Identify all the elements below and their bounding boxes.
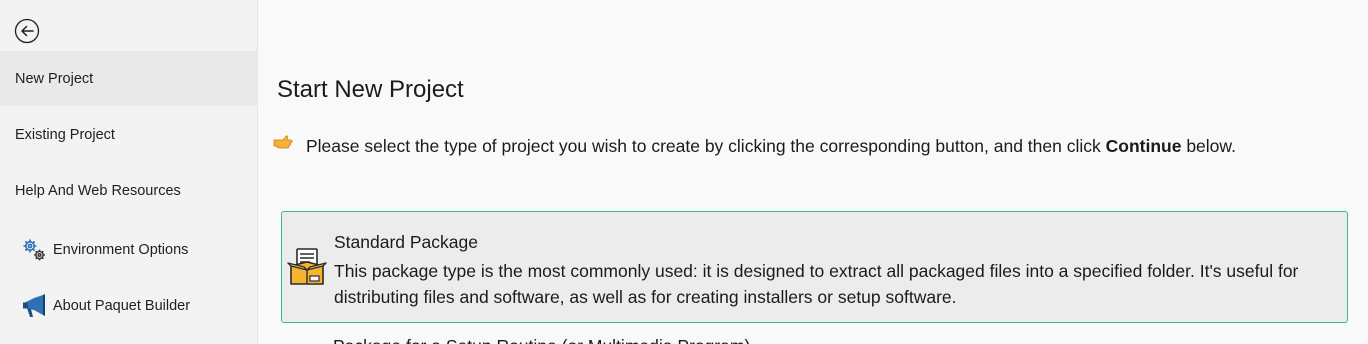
- instruction-text: Please select the type of project you wi…: [273, 135, 1236, 157]
- sidebar-item-environment-options[interactable]: Environment Options: [0, 222, 257, 277]
- sidebar-item-new-project[interactable]: New Project: [0, 51, 257, 106]
- instruction-text-end: below.: [1181, 136, 1236, 156]
- option-title: Standard Package: [334, 232, 478, 252]
- sidebar-item-label: About Paquet Builder: [53, 297, 191, 314]
- megaphone-icon: [21, 293, 47, 319]
- sidebar-item-label: New Project: [15, 70, 94, 87]
- package-box-icon: [287, 248, 327, 285]
- back-arrow-circle-icon: [14, 18, 40, 44]
- sidebar: New Project Existing Project Help And We…: [0, 0, 258, 344]
- sidebar-item-existing-project[interactable]: Existing Project: [0, 107, 257, 162]
- instruction-text-main: Please select the type of project you wi…: [306, 136, 1106, 156]
- option-description: This package type is the most commonly u…: [334, 261, 1299, 307]
- sidebar-item-label: Help And Web Resources: [15, 182, 181, 199]
- sidebar-item-label: Environment Options: [53, 241, 189, 258]
- pointing-hand-icon: [273, 135, 293, 149]
- setup-routine-package-option[interactable]: Package for a Setup Routine (or Multimed…: [333, 336, 750, 344]
- main-panel: Start New Project Please select the type…: [258, 0, 1368, 344]
- app-window: New Project Existing Project Help And We…: [0, 0, 1368, 344]
- back-button[interactable]: [14, 18, 40, 44]
- sidebar-item-help-web-resources[interactable]: Help And Web Resources: [0, 163, 257, 218]
- page-title: Start New Project: [277, 76, 464, 103]
- instruction-continue-emphasis: Continue: [1105, 136, 1182, 156]
- standard-package-option[interactable]: Standard Package This package type is th…: [281, 211, 1348, 323]
- sidebar-item-about[interactable]: About Paquet Builder: [0, 278, 257, 333]
- sidebar-item-label: Existing Project: [15, 126, 115, 143]
- gears-icon: [21, 237, 47, 263]
